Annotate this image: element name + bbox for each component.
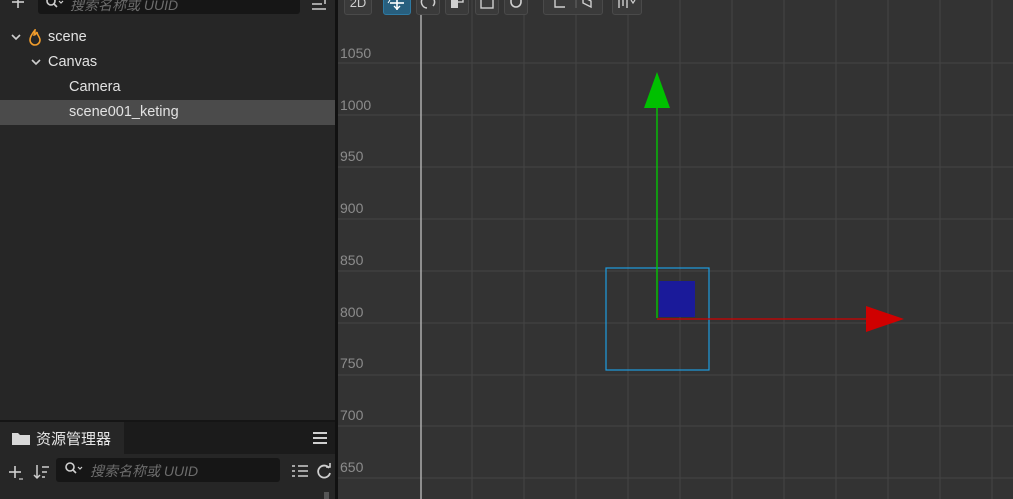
tree-item-label: Camera [69, 79, 121, 95]
search-icon [46, 0, 66, 15]
assets-toolbar: 搜索名称或 UUID [0, 454, 335, 499]
hierarchy-tree: scene Canvas Camera scene001_keting [0, 25, 335, 125]
magnet-icon [510, 0, 522, 8]
tree-item-scene001-keting[interactable]: scene001_keting [0, 100, 335, 125]
align-icon [618, 0, 636, 8]
move-icon [387, 0, 404, 10]
y-axis-label: 900 [340, 200, 364, 216]
scene-grid [338, 0, 1013, 499]
tree-item-label: scene001_keting [69, 104, 179, 120]
hierarchy-search-input[interactable]: 搜索名称或 UUID [38, 0, 300, 14]
scale-icon [451, 0, 464, 8]
x-gizmo-arrow-icon [866, 306, 904, 332]
tree-item-label: scene [48, 29, 87, 45]
rotate-icon [420, 0, 436, 9]
sort-button[interactable] [310, 0, 330, 13]
y-axis-label: 750 [340, 355, 364, 371]
left-panel: 搜索名称或 UUID scene Canvas Camera scene001_… [0, 0, 335, 499]
add-node-button[interactable] [8, 0, 28, 14]
plus-icon[interactable] [7, 463, 25, 486]
y-gizmo-arrow-icon [644, 72, 670, 108]
search-placeholder: 搜索名称或 UUID [70, 0, 179, 13]
pivot-icon [554, 0, 592, 9]
hierarchy-toolbar: 搜索名称或 UUID [0, 0, 335, 18]
tree-item-canvas[interactable]: Canvas [0, 50, 335, 75]
y-axis-label: 1000 [340, 97, 372, 113]
sort-icon[interactable] [33, 463, 51, 486]
tree-item-label: Canvas [48, 54, 98, 70]
rect-icon [480, 0, 494, 9]
move-tool-button[interactable] [383, 0, 411, 15]
y-axis-label: 700 [340, 407, 364, 423]
menu-icon[interactable] [312, 431, 328, 450]
selected-node-shape [659, 281, 695, 317]
scrollbar-thumb[interactable] [324, 492, 329, 499]
y-axis-label: 850 [340, 252, 364, 268]
tree-item-camera[interactable]: Camera [0, 75, 335, 100]
tab-assets[interactable]: 资源管理器 [0, 422, 124, 454]
rotate-tool-button[interactable] [416, 0, 440, 15]
list-icon[interactable] [291, 463, 309, 484]
tab-label: 资源管理器 [36, 431, 112, 448]
folder-icon [11, 431, 31, 451]
y-axis-label: 800 [340, 304, 364, 320]
y-axis-label: 1050 [340, 45, 372, 61]
scale-tool-button[interactable] [445, 0, 469, 15]
snap-tool-button[interactable] [504, 0, 528, 15]
2d-label: 2D [349, 0, 367, 10]
scene-view[interactable]: 1050 1000 950 900 850 800 750 700 650 2D [338, 0, 1013, 499]
rect-tool-button[interactable] [475, 0, 499, 15]
align-tool-button[interactable] [612, 0, 642, 15]
tree-item-scene[interactable]: scene [0, 25, 335, 50]
2d-toggle-button[interactable]: 2D [344, 0, 372, 15]
search-icon [65, 462, 85, 481]
search-placeholder: 搜索名称或 UUID [90, 463, 199, 479]
transform-space-group[interactable] [543, 0, 603, 15]
y-axis-label: 950 [340, 148, 364, 164]
sort-icon [312, 0, 326, 10]
refresh-icon[interactable] [316, 463, 333, 485]
assets-search-input[interactable]: 搜索名称或 UUID [56, 458, 280, 482]
assets-tabbar: 资源管理器 [0, 422, 335, 454]
plus-icon [12, 0, 24, 8]
y-axis-label: 650 [340, 459, 364, 475]
